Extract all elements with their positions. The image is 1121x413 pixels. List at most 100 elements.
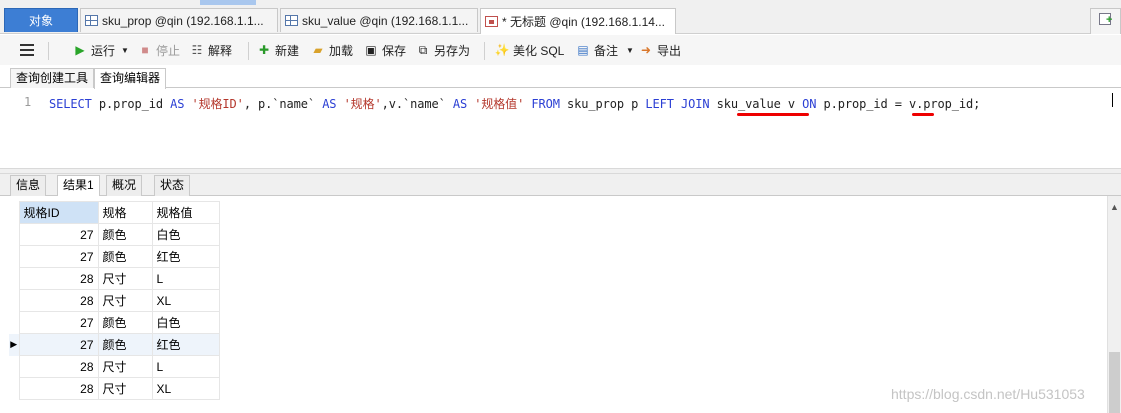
tab-status[interactable]: 状态 <box>154 175 191 196</box>
column-header-prop-id[interactable]: 规格ID <box>18 201 99 224</box>
table-row[interactable]: 27 颜色 白色 <box>9 223 220 246</box>
notes-label: 备注 <box>594 43 619 58</box>
table-row[interactable]: 27 颜色 红色 <box>9 245 220 268</box>
table-row[interactable]: 28 尺寸 L <box>9 267 220 290</box>
table-row[interactable]: 28 尺寸 XL <box>9 377 220 400</box>
tab-objects[interactable]: 对象 <box>4 8 78 32</box>
cell-prop-id[interactable]: 27 <box>18 333 99 356</box>
chevron-down-icon[interactable]: ▼ <box>626 46 634 55</box>
notes-button[interactable]: ▤ 备注 ▼ <box>575 41 634 59</box>
beautify-sql-button[interactable]: ✨ 美化 SQL <box>494 41 565 59</box>
tab-overview[interactable]: 概况 <box>106 175 143 196</box>
sql-text: p.prop_id <box>91 97 171 111</box>
beautify-label: 美化 SQL <box>513 43 565 58</box>
export-button[interactable]: ➜ 导出 <box>638 41 681 59</box>
cell-prop-name[interactable]: 颜色 <box>97 311 153 334</box>
row-indicator: ▶ <box>9 333 20 356</box>
tab-label: sku_value @qin (192.168.1.1... <box>302 13 469 28</box>
sql-keyword: FROM <box>531 97 560 111</box>
chevron-down-icon[interactable]: ▼ <box>121 46 129 55</box>
tab-label: 查询编辑器 <box>100 71 161 85</box>
new-tab-icon <box>1099 13 1112 25</box>
cell-prop-id[interactable]: 28 <box>18 355 99 378</box>
sql-keyword: SELECT <box>49 97 92 111</box>
watermark: https://blog.csdn.net/Hu531053 <box>891 386 1085 402</box>
scrollbar-thumb[interactable] <box>1109 352 1120 413</box>
cell-value[interactable]: 红色 <box>151 333 220 356</box>
sql-keyword: LEFT JOIN <box>645 97 710 111</box>
sql-text: p.prop_id = v.prop_id; <box>816 97 981 111</box>
table-row[interactable]: 27 颜色 白色 <box>9 311 220 334</box>
save-label: 保存 <box>382 43 407 58</box>
stop-label: 停止 <box>156 43 181 58</box>
sql-text: sku_prop p <box>559 97 646 111</box>
tab-untitled-query[interactable]: * 无标题 @qin (192.168.1.14... <box>480 8 676 34</box>
tab-label: * 无标题 @qin (192.168.1.14... <box>502 15 665 29</box>
cell-value[interactable]: XL <box>151 289 220 312</box>
result-tabs: 信息 结果1 概况 状态 <box>0 174 1121 196</box>
cell-prop-id[interactable]: 27 <box>18 311 99 334</box>
cell-value[interactable]: 红色 <box>151 245 220 268</box>
tab-query-builder[interactable]: 查询创建工具 <box>10 68 95 88</box>
cell-prop-name[interactable]: 尺寸 <box>97 377 153 400</box>
table-grid-icon <box>285 15 298 26</box>
notes-icon: ▤ <box>577 43 589 57</box>
cell-prop-id[interactable]: 28 <box>18 267 99 290</box>
cell-prop-id[interactable]: 27 <box>18 245 99 268</box>
cell-prop-name[interactable]: 颜色 <box>97 333 153 356</box>
tab-label: 状态 <box>160 178 185 192</box>
cell-prop-name[interactable]: 颜色 <box>97 245 153 268</box>
cell-prop-name[interactable]: 尺寸 <box>97 355 153 378</box>
table-grid-icon <box>85 15 98 26</box>
table-row[interactable]: ▶ 27 颜色 红色 <box>9 333 220 356</box>
column-header-value[interactable]: 规格值 <box>151 201 220 224</box>
row-indicator <box>9 223 20 246</box>
explain-button[interactable]: ☷ 解释 <box>189 41 232 59</box>
save-as-button[interactable]: ⧉ 另存为 <box>415 41 470 59</box>
row-indicator <box>9 245 20 268</box>
cell-prop-id[interactable]: 28 <box>18 377 99 400</box>
sql-editor[interactable]: 1 SELECT p.prop_id AS '规格ID', p.`name` A… <box>0 89 1121 168</box>
stop-button[interactable]: ■ 停止 <box>137 41 180 59</box>
left-join-underline <box>737 113 809 116</box>
new-tab-button[interactable] <box>1090 8 1121 34</box>
cell-prop-name[interactable]: 颜色 <box>97 223 153 246</box>
line-number: 1 <box>24 95 32 109</box>
save-icon: ▣ <box>365 43 377 57</box>
save-button[interactable]: ▣ 保存 <box>363 41 406 59</box>
new-button[interactable]: ✚ 新建 <box>256 41 299 59</box>
column-header-prop-name[interactable]: 规格 <box>97 201 153 224</box>
query-icon <box>485 16 498 27</box>
menu-icon[interactable] <box>20 44 34 56</box>
table-row[interactable]: 28 尺寸 XL <box>9 289 220 312</box>
sql-text: ,v.`name` <box>381 97 453 111</box>
tab-result-1[interactable]: 结果1 <box>57 175 100 196</box>
tab-query-editor[interactable]: 查询编辑器 <box>94 68 167 89</box>
vertical-scrollbar[interactable]: ▲ <box>1107 196 1121 413</box>
sql-code-line[interactable]: SELECT p.prop_id AS '规格ID', p.`name` AS … <box>49 95 980 112</box>
tab-info[interactable]: 信息 <box>10 175 47 196</box>
new-query-icon: ✚ <box>258 43 270 57</box>
cell-prop-id[interactable]: 27 <box>18 223 99 246</box>
run-button[interactable]: ▶ 运行 ▼ <box>72 41 129 59</box>
tab-sku-value[interactable]: sku_value @qin (192.168.1.1... <box>280 8 478 32</box>
sql-text: sku_value v <box>709 97 803 111</box>
tab-sku-prop[interactable]: sku_prop @qin (192.168.1.1... <box>80 8 278 32</box>
cell-prop-id[interactable]: 28 <box>18 289 99 312</box>
export-icon: ➜ <box>640 43 652 57</box>
line-number-gutter: 1 <box>0 89 40 168</box>
sql-string: '规格ID' <box>191 97 244 111</box>
cell-value[interactable]: 白色 <box>151 311 220 334</box>
cell-value[interactable]: L <box>151 355 220 378</box>
load-button[interactable]: ▰ 加载 <box>310 41 353 59</box>
scroll-up-icon[interactable]: ▲ <box>1110 202 1119 212</box>
row-indicator <box>9 267 20 290</box>
cell-value[interactable]: XL <box>151 377 220 400</box>
cell-prop-name[interactable]: 尺寸 <box>97 267 153 290</box>
cell-value[interactable]: 白色 <box>151 223 220 246</box>
cell-value[interactable]: L <box>151 267 220 290</box>
cell-prop-name[interactable]: 尺寸 <box>97 289 153 312</box>
explain-icon: ☷ <box>191 43 203 57</box>
table-row[interactable]: 28 尺寸 L <box>9 355 220 378</box>
